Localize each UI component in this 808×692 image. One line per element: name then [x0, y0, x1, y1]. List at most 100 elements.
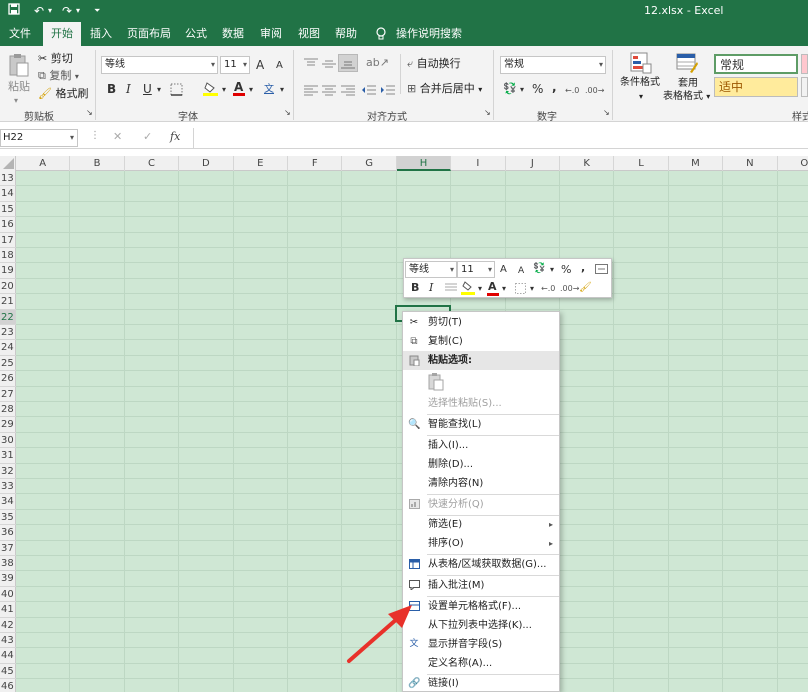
mini-percent-button[interactable]: %: [561, 262, 571, 278]
phonetic-dropdown-icon[interactable]: ▾: [280, 83, 284, 97]
row-header-30[interactable]: 30: [0, 433, 16, 449]
row-header-17[interactable]: 17: [0, 233, 16, 248]
menu-item-show-phonetic[interactable]: 文显示拼音字段(S): [403, 635, 559, 654]
mini-font-combo[interactable]: 等线 ▾: [405, 261, 457, 278]
clipboard-launcher-icon[interactable]: ↘: [86, 108, 93, 117]
menu-item-insert[interactable]: 插入(I)...: [403, 436, 559, 455]
mini-border-dropdown-icon[interactable]: ▾: [530, 281, 534, 297]
row-header-36[interactable]: 36: [0, 525, 16, 541]
column-header-d[interactable]: D: [179, 156, 234, 171]
cut-button[interactable]: ✂ 剪切: [38, 52, 73, 66]
column-header-h[interactable]: H: [396, 156, 452, 171]
menu-item-link[interactable]: 🔗 链接(I): [403, 674, 559, 692]
row-header-16[interactable]: 16: [0, 217, 16, 233]
column-header-k[interactable]: K: [560, 156, 615, 171]
row-header-14[interactable]: 14: [0, 186, 16, 202]
mini-format-cells-icon[interactable]: [595, 264, 608, 277]
row-header-41[interactable]: 41: [0, 602, 16, 618]
mini-accounting-icon[interactable]: 💱: [533, 261, 545, 277]
menu-item-copy[interactable]: ⧉ 复制(C): [403, 332, 559, 351]
mini-size-combo[interactable]: 11 ▾: [457, 261, 495, 278]
align-center-icon[interactable]: [322, 84, 336, 99]
menu-item-define-name[interactable]: 定义名称(A)...: [403, 654, 559, 673]
tab-formulas[interactable]: 公式: [185, 22, 207, 46]
format-painter-button[interactable]: 🖌 格式刷: [38, 87, 88, 101]
align-middle-icon[interactable]: [322, 58, 336, 73]
row-header-46[interactable]: 46: [0, 679, 16, 692]
style-calc-partial[interactable]: [801, 77, 808, 97]
menu-item-pick-from-list[interactable]: 从下拉列表中选择(K)...: [403, 616, 559, 635]
row-header-28[interactable]: 28: [0, 402, 16, 418]
row-header-32[interactable]: 32: [0, 464, 16, 479]
style-neutral[interactable]: 适中: [714, 77, 798, 97]
row-header-24[interactable]: 24: [0, 340, 16, 356]
row-header-45[interactable]: 45: [0, 664, 16, 680]
column-header-o[interactable]: O: [778, 156, 808, 171]
mini-bold-button[interactable]: B: [411, 280, 419, 296]
decrease-indent-icon[interactable]: [362, 84, 376, 99]
mini-font-color-dropdown-icon[interactable]: ▾: [502, 281, 506, 297]
undo-dropdown-icon[interactable]: ▾: [48, 2, 52, 20]
column-header-j[interactable]: J: [506, 156, 560, 171]
mini-decrease-decimal-icon[interactable]: .00→: [560, 281, 579, 297]
drag-handle-icon[interactable]: ⋮: [90, 130, 100, 141]
row-header-13[interactable]: 13: [0, 171, 16, 187]
mini-comma-button[interactable]: ,: [581, 260, 585, 276]
increase-decimal-icon[interactable]: ←.0: [565, 84, 579, 98]
conditional-format-button[interactable]: 条件格式: [620, 76, 660, 90]
column-header-n[interactable]: N: [723, 156, 778, 171]
row-header-33[interactable]: 33: [0, 479, 16, 495]
row-header-27[interactable]: 27: [0, 387, 16, 402]
paste-option-button[interactable]: [428, 373, 444, 391]
lightbulb-icon[interactable]: [376, 22, 386, 46]
format-as-table-button[interactable]: 表格格式 ▾: [663, 90, 710, 104]
bold-button[interactable]: B: [107, 82, 116, 96]
menu-item-smart-lookup[interactable]: 🔍 智能查找(L): [403, 415, 559, 434]
row-header-42[interactable]: 42: [0, 618, 16, 633]
column-header-a[interactable]: A: [16, 156, 71, 171]
alignment-launcher-icon[interactable]: ↘: [484, 108, 491, 117]
paste-button[interactable]: 粘贴: [8, 80, 30, 94]
paste-icon[interactable]: [8, 52, 30, 78]
mini-border-icon[interactable]: [515, 283, 526, 297]
align-left-icon[interactable]: [304, 84, 318, 99]
formula-input[interactable]: [193, 128, 808, 148]
row-header-44[interactable]: 44: [0, 648, 16, 664]
mini-accounting-dropdown-icon[interactable]: ▾: [550, 262, 554, 278]
row-header-34[interactable]: 34: [0, 494, 16, 510]
insert-function-button[interactable]: fx: [170, 130, 180, 143]
font-name-combo[interactable]: 等线 ▾: [101, 56, 218, 74]
phonetic-icon[interactable]: 文: [264, 83, 274, 97]
comma-button[interactable]: ,: [552, 80, 557, 94]
row-header-21[interactable]: 21: [0, 294, 16, 310]
row-header-29[interactable]: 29: [0, 417, 16, 433]
menu-item-get-data-from-table[interactable]: 从表格/区域获取数据(G)...: [403, 555, 559, 574]
menu-item-paste-special[interactable]: 选择性粘贴(S)...: [403, 394, 559, 413]
tab-data[interactable]: 数据: [222, 22, 244, 46]
tab-insert[interactable]: 插入: [90, 22, 112, 46]
row-header-39[interactable]: 39: [0, 571, 16, 587]
conditional-format-icon[interactable]: [630, 52, 652, 77]
row-header-22[interactable]: 22: [0, 309, 16, 325]
row-header-23[interactable]: 23: [0, 325, 16, 341]
decrease-decimal-icon[interactable]: .00→: [585, 84, 604, 98]
mini-font-color-button[interactable]: A: [487, 279, 499, 296]
align-right-icon[interactable]: [341, 84, 355, 99]
percent-button[interactable]: %: [532, 82, 543, 96]
menu-item-delete[interactable]: 删除(D)...: [403, 455, 559, 474]
mini-format-painter-icon[interactable]: 🖌: [579, 280, 592, 296]
row-header-19[interactable]: 19: [0, 263, 16, 279]
font-color-button[interactable]: A: [233, 80, 245, 96]
cancel-icon[interactable]: ✕: [113, 130, 122, 143]
customize-arrow-icon[interactable]: ⏷: [94, 2, 100, 20]
row-header-37[interactable]: 37: [0, 541, 16, 556]
name-box[interactable]: H22 ▾: [0, 129, 78, 147]
align-top-icon[interactable]: [304, 58, 318, 73]
accounting-icon[interactable]: 💱: [503, 82, 517, 96]
underline-dropdown-icon[interactable]: ▾: [157, 83, 161, 97]
fill-color-dropdown-icon[interactable]: ▾: [222, 83, 226, 97]
tab-home[interactable]: 开始: [43, 22, 81, 46]
column-header-b[interactable]: B: [70, 156, 125, 171]
mini-grow-font-icon[interactable]: A: [500, 262, 507, 278]
accounting-dropdown-icon[interactable]: ▾: [520, 83, 524, 97]
